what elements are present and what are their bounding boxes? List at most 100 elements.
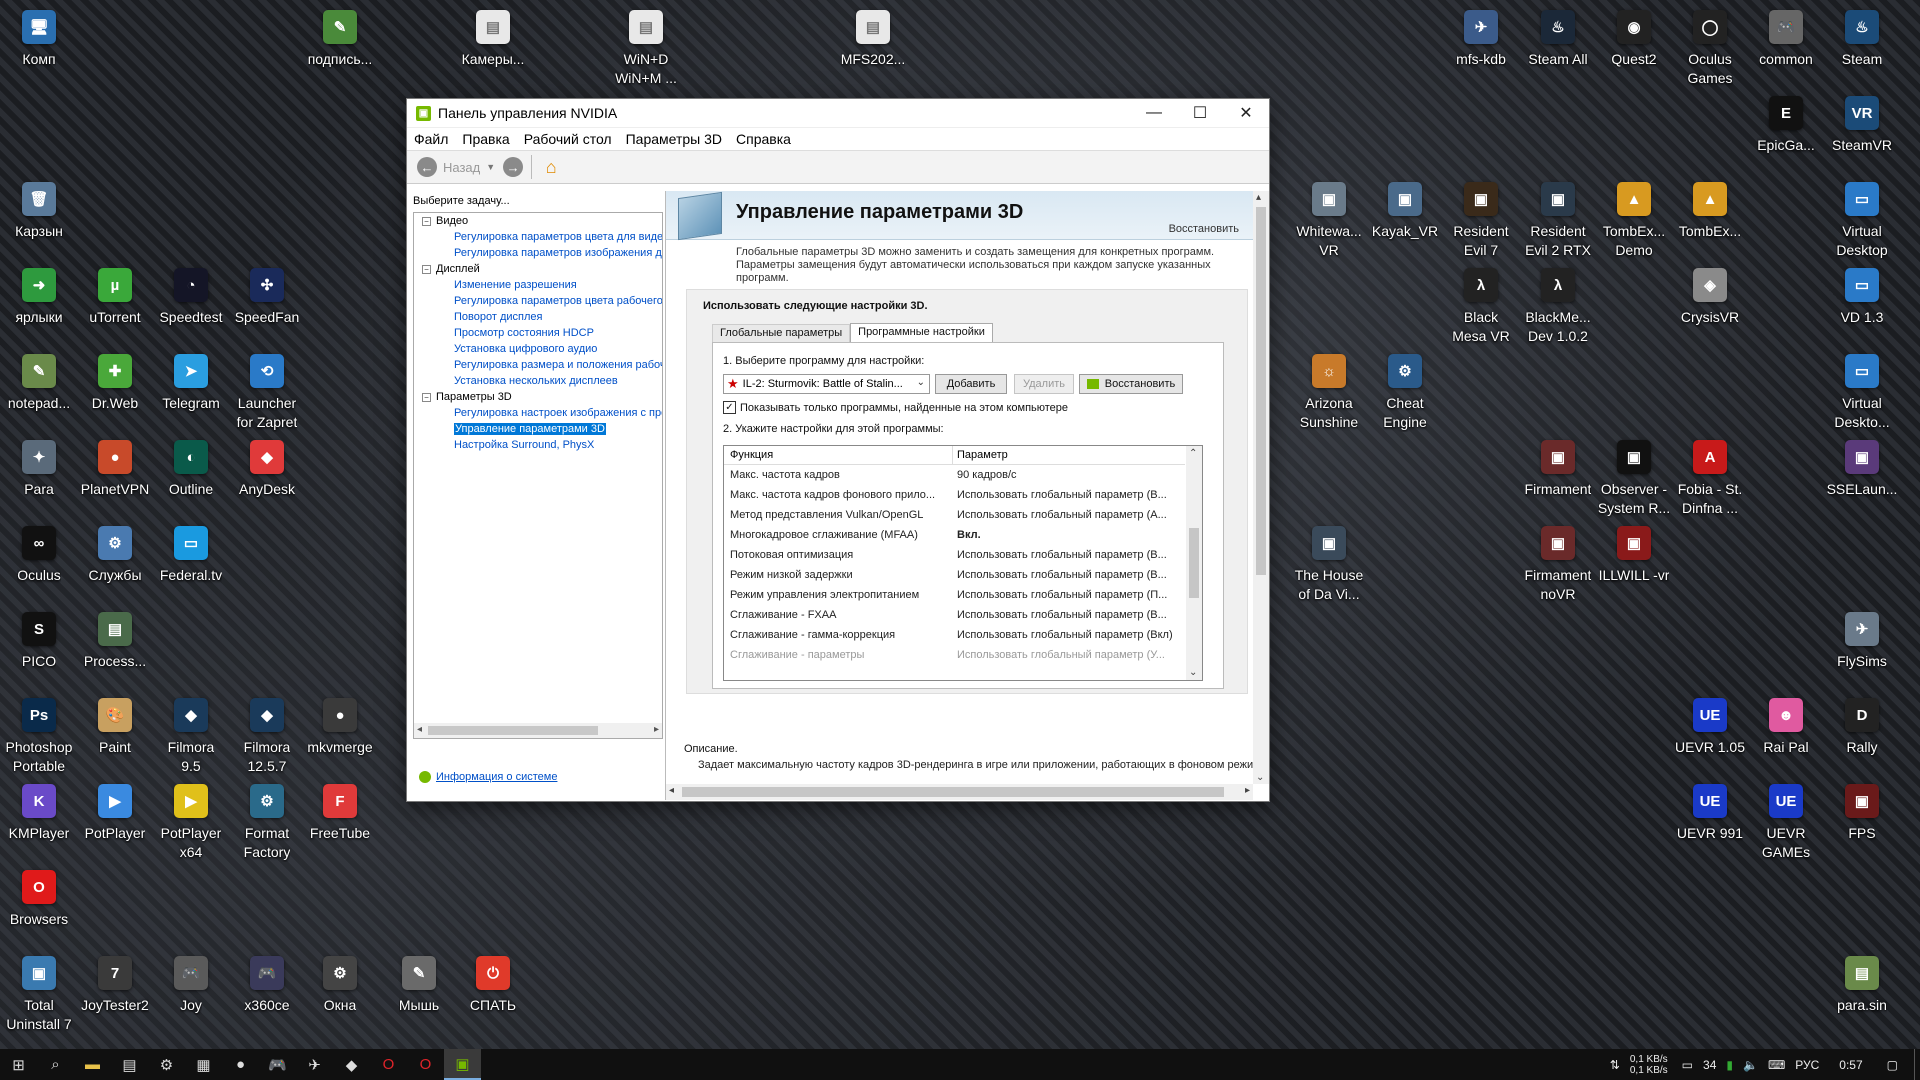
tree-task-link[interactable]: Управление параметрами 3D	[414, 421, 662, 437]
table-row[interactable]: Сглаживание - параметры Использовать глоб…	[724, 645, 1185, 665]
desktop-shortcut[interactable]: K KMPlayer	[0, 784, 78, 843]
plane-icon[interactable]: ✈	[296, 1049, 333, 1080]
desktop-shortcut[interactable]: ∞ Oculus	[0, 526, 78, 585]
desktop-shortcut[interactable]: ✈ mfs-kdb	[1442, 10, 1520, 69]
desktop-shortcut[interactable]: ▤ Process...	[76, 612, 154, 671]
scroll-down-icon[interactable]: ⌄	[1256, 772, 1264, 783]
collapse-icon[interactable]: −	[422, 393, 431, 402]
tree-task-link[interactable]: Установка нескольких дисплеев	[414, 373, 662, 389]
back-button-label[interactable]: Назад	[443, 160, 480, 175]
table-row[interactable]: Многокадровое сглаживание (MFAA) Вкл.	[724, 525, 1185, 545]
desktop-shortcut[interactable]: ▭ Federal.tv	[152, 526, 230, 585]
desktop-shortcut[interactable]: ◆ Filmora 9.5	[152, 698, 230, 776]
desktop-shortcut[interactable]: ▣ FPS	[1823, 784, 1901, 843]
forward-arrow-icon[interactable]: →	[503, 157, 524, 177]
desktop-shortcut[interactable]: 🎮 common	[1747, 10, 1825, 69]
desktop-shortcut[interactable]: ▣ ILLWILL -vr	[1595, 526, 1673, 585]
desktop-shortcut[interactable]: ▣ Resident Evil 2 RTX	[1519, 182, 1597, 260]
clock[interactable]: 0:57	[1839, 1058, 1862, 1072]
table-row[interactable]: Метод представления Vulkan/OpenGL Использ…	[724, 505, 1185, 525]
desktop-shortcut[interactable]: D Rally	[1823, 698, 1901, 757]
desktop-shortcut[interactable]: F FreeTube	[301, 784, 379, 843]
notifications-icon[interactable]: ▢	[1887, 1058, 1898, 1072]
desktop-shortcut[interactable]: ➜ ярлыки	[0, 268, 78, 327]
settings-icon[interactable]: ⚙	[148, 1049, 185, 1080]
tree-task-link[interactable]: Настройка Surround, PhysX	[414, 437, 662, 453]
desktop-shortcut[interactable]: ✣ SpeedFan	[228, 268, 306, 327]
desktop-shortcut[interactable]: ✎ notepad...	[0, 354, 78, 413]
tree-task-link[interactable]: Изменение разрешения	[414, 277, 662, 293]
tree-task-link[interactable]: Просмотр состояния HDCP	[414, 325, 662, 341]
tree-task-link[interactable]: Поворот дисплея	[414, 309, 662, 325]
setting-value[interactable]: Использовать глобальный параметр (В...	[957, 545, 1183, 565]
keyboard-icon[interactable]: ⌨	[1768, 1058, 1785, 1072]
desktop-shortcut[interactable]: ▭ Virtual Deskto...	[1823, 354, 1901, 432]
grid-vscrollbar[interactable]: ⌃ ⌄	[1186, 446, 1202, 680]
desktop-shortcut[interactable]: ▣ Whitewa... VR	[1290, 182, 1368, 260]
tab-global-settings[interactable]: Глобальные параметры	[712, 324, 851, 342]
desktop-shortcut[interactable]: ▣ Kayak_VR	[1366, 182, 1444, 241]
desktop-shortcut[interactable]: ▣ Observer - System R...	[1595, 440, 1673, 518]
desktop-shortcut[interactable]: ◆ Filmora 12.5.7	[228, 698, 306, 776]
tree-category[interactable]: − Параметры 3D	[414, 389, 662, 405]
desktop-shortcut[interactable]: ⚙ Cheat Engine	[1366, 354, 1444, 432]
desktop-shortcut[interactable]: 7 JoyTester2	[76, 956, 154, 1015]
tree-category[interactable]: − Видео	[414, 213, 662, 229]
nvidia-icon[interactable]: ▣	[444, 1049, 481, 1080]
menu-item[interactable]: Правка	[462, 131, 509, 147]
desktop-shortcut[interactable]: ⏻ СПАТЬ	[454, 956, 532, 1015]
desktop-shortcut[interactable]: ☻ Rai Pal	[1747, 698, 1825, 757]
desktop-shortcut[interactable]: 🎮 Joy	[152, 956, 230, 1015]
collapse-icon[interactable]: −	[422, 265, 431, 274]
desktop-shortcut[interactable]: ▣ SSELaun...	[1823, 440, 1901, 499]
add-program-button[interactable]: Добавить	[935, 374, 1007, 394]
network-icon[interactable]: ▭	[1682, 1058, 1693, 1072]
minimize-button[interactable]: —	[1131, 99, 1177, 127]
desktop-shortcut[interactable]: µ uTorrent	[76, 268, 154, 327]
desktop-shortcut[interactable]: ⟲ Launcher for Zapret	[228, 354, 306, 432]
setting-value[interactable]: Использовать глобальный параметр (В...	[957, 565, 1183, 585]
desktop-shortcut[interactable]: S PICO	[0, 612, 78, 671]
table-row[interactable]: Макс. частота кадров 90 кадров/с	[724, 465, 1185, 485]
language-indicator[interactable]: РУС	[1795, 1058, 1819, 1072]
desktop-shortcut[interactable]: ▤ MFS202...	[834, 10, 912, 69]
system-info-label[interactable]: Информация о системе	[436, 771, 557, 783]
desktop-shortcut[interactable]: VR SteamVR	[1823, 96, 1901, 155]
store-icon[interactable]: ▦	[185, 1049, 222, 1080]
table-row[interactable]: Сглаживание - FXAA Использовать глобальны…	[724, 605, 1185, 625]
scroll-thumb[interactable]	[428, 726, 598, 735]
content-scroll-thumb[interactable]	[1256, 207, 1266, 575]
title-bar[interactable]: ▣ Панель управления NVIDIA — ☐ ✕	[407, 99, 1269, 128]
table-row[interactable]: Режим низкой задержки Использовать глобал…	[724, 565, 1185, 585]
desktop-shortcut[interactable]: ✎ Мышь	[380, 956, 458, 1015]
opera-gx-icon[interactable]: O	[407, 1049, 444, 1080]
grid-header-divider[interactable]	[952, 446, 953, 464]
opera-icon[interactable]: O	[370, 1049, 407, 1080]
desktop-shortcut[interactable]: ● PlanetVPN	[76, 440, 154, 499]
setting-value[interactable]: Использовать глобальный параметр (А...	[957, 505, 1183, 525]
restore-defaults-link[interactable]: Восстановить	[1169, 223, 1239, 235]
setting-value[interactable]: 90 кадров/с	[957, 465, 1183, 485]
desktop-shortcut[interactable]: A Fobia - St. Dinfna ...	[1671, 440, 1749, 518]
gamepad-icon[interactable]: 🎮	[259, 1049, 296, 1080]
tree-task-link[interactable]: Регулировка параметров изображения для в…	[414, 245, 662, 261]
desktop-shortcut[interactable]: ✈ FlySims	[1823, 612, 1901, 671]
desktop-shortcut[interactable]: ➤ Telegram	[152, 354, 230, 413]
tree-category[interactable]: − Дисплей	[414, 261, 662, 277]
setting-value[interactable]: Использовать глобальный параметр (В...	[957, 485, 1183, 505]
tree-task-link[interactable]: Регулировка размера и положения рабочего…	[414, 357, 662, 373]
desktop-shortcut[interactable]: ◈ CrysisVR	[1671, 268, 1749, 327]
menu-item[interactable]: Справка	[736, 131, 791, 147]
maximize-button[interactable]: ☐	[1177, 99, 1223, 127]
desktop-shortcut[interactable]: ⚙ Format Factory	[228, 784, 306, 862]
desktop-shortcut[interactable]: UE UEVR 991	[1671, 784, 1749, 843]
search-icon[interactable]: ⌕	[37, 1049, 74, 1080]
desktop-shortcut[interactable]: ⚙ Окна	[301, 956, 379, 1015]
app-tray-icon[interactable]: ▮	[1726, 1058, 1733, 1072]
task-tree-hscrollbar[interactable]: ◂ ▸	[413, 723, 663, 739]
close-button[interactable]: ✕	[1223, 99, 1269, 127]
desktop-shortcut[interactable]: Ps Photoshop Portable	[0, 698, 78, 776]
desktop-shortcut[interactable]: ▣ Total Uninstall 7	[0, 956, 78, 1034]
app2-icon[interactable]: ◆	[333, 1049, 370, 1080]
desktop-shortcut[interactable]: 🎮 x360ce	[228, 956, 306, 1015]
